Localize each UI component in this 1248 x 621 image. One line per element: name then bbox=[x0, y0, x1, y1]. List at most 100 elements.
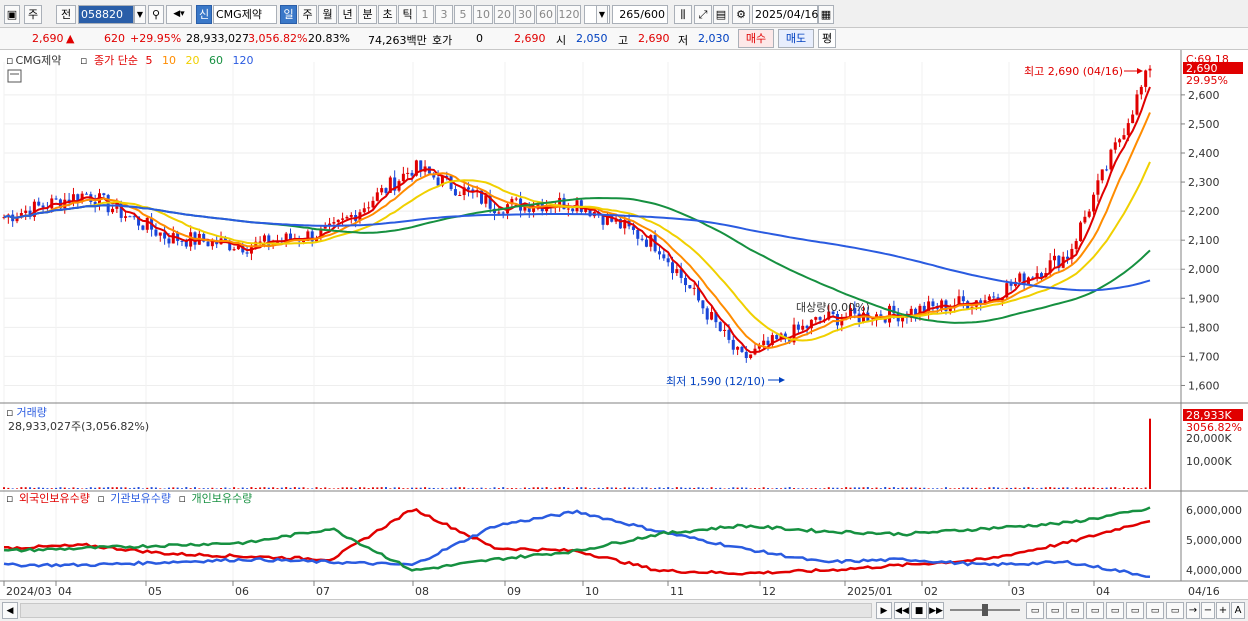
candle-body bbox=[410, 172, 414, 176]
volume-bar bbox=[328, 488, 331, 489]
stock-code-input[interactable]: 058820 bbox=[78, 5, 134, 24]
holding-tick-5m: 5,000,000 bbox=[1186, 534, 1242, 547]
stock-chart[interactable]: ▫ CMG제약 ▫ 종가 단순 5 10 20 60 120 2,6002,500… bbox=[0, 50, 1248, 599]
num-120[interactable]: 120 bbox=[557, 5, 581, 24]
volume-value: 28,933,027 bbox=[186, 32, 249, 45]
horizontal-scrollbar[interactable] bbox=[20, 603, 872, 618]
num-20[interactable]: 20 bbox=[494, 5, 514, 24]
count-field[interactable]: 265/600 bbox=[612, 5, 668, 24]
layout-6-icon[interactable]: ▭ bbox=[1126, 602, 1144, 619]
num-3[interactable]: 3 bbox=[435, 5, 453, 24]
num-30[interactable]: 30 bbox=[515, 5, 535, 24]
rewind-icon[interactable]: ◀◀ bbox=[894, 602, 910, 619]
volume-bar bbox=[1027, 487, 1030, 489]
buy-button[interactable]: 매수 bbox=[738, 29, 774, 48]
volume-bar bbox=[176, 487, 179, 489]
volume-bar bbox=[424, 487, 427, 489]
market-select[interactable]: 주 bbox=[24, 5, 42, 24]
candle-body bbox=[1074, 241, 1078, 249]
volume-bar bbox=[319, 488, 322, 489]
period-second[interactable]: 초 bbox=[378, 5, 397, 24]
price-tick-label: 2,300 bbox=[1188, 176, 1220, 189]
layout-1-icon[interactable]: ▭ bbox=[1026, 602, 1044, 619]
candle-icon[interactable]: ⫼ bbox=[674, 5, 692, 24]
search-icon[interactable]: ⚲ bbox=[148, 5, 164, 24]
calculator-icon[interactable] bbox=[7, 69, 22, 83]
layout-7-icon[interactable]: ▭ bbox=[1146, 602, 1164, 619]
stop-icon[interactable]: ■ bbox=[911, 602, 927, 619]
candle-body bbox=[731, 339, 735, 350]
volume-bar bbox=[940, 488, 943, 489]
layout-5-icon[interactable]: ▭ bbox=[1106, 602, 1124, 619]
volume-bar bbox=[958, 488, 960, 489]
sell-button[interactable]: 매도 bbox=[778, 29, 814, 48]
high-label: 고 bbox=[618, 34, 629, 47]
scroll-right-icon[interactable]: ▶ bbox=[876, 602, 892, 619]
candle-body bbox=[727, 329, 731, 340]
font-size-icon[interactable]: A bbox=[1231, 602, 1245, 619]
volume-bar bbox=[376, 487, 379, 489]
num-10[interactable]: 10 bbox=[473, 5, 493, 24]
save-icon[interactable]: ▤ bbox=[713, 5, 729, 24]
volume-bar bbox=[411, 487, 414, 489]
volume-bar bbox=[810, 488, 813, 489]
volume-bar bbox=[671, 488, 674, 489]
volume-bar bbox=[649, 488, 652, 489]
period-day[interactable]: 일 bbox=[280, 5, 297, 24]
volume-bar bbox=[597, 487, 600, 489]
num-1[interactable]: 1 bbox=[416, 5, 434, 24]
prev-button[interactable]: 전 bbox=[56, 5, 76, 24]
scroll-left-icon[interactable]: ◀ bbox=[2, 602, 18, 619]
layout-2-icon[interactable]: ▭ bbox=[1046, 602, 1064, 619]
ma-10: 10 bbox=[162, 54, 176, 67]
candle-body bbox=[571, 208, 575, 212]
period-minute[interactable]: 분 bbox=[358, 5, 377, 24]
candle-body bbox=[145, 217, 149, 230]
layout-3-icon[interactable]: ▭ bbox=[1066, 602, 1084, 619]
gear-icon[interactable]: ⚙ bbox=[732, 5, 750, 24]
volume-bar bbox=[727, 488, 730, 489]
draw-icon[interactable]: ⤢ bbox=[694, 5, 712, 24]
num-5[interactable]: 5 bbox=[454, 5, 472, 24]
layout-4-icon[interactable]: ▭ bbox=[1086, 602, 1104, 619]
volume-bar bbox=[450, 487, 453, 489]
volume-bar bbox=[918, 487, 921, 489]
layout-icon[interactable]: ▣ bbox=[4, 5, 20, 24]
layout-8-icon[interactable]: ▭ bbox=[1166, 602, 1184, 619]
period-tick[interactable]: 틱 bbox=[398, 5, 417, 24]
date-input[interactable]: 2025/04/16 bbox=[752, 5, 818, 24]
candle-body bbox=[796, 324, 800, 330]
speaker-icon[interactable]: ◀▾ bbox=[166, 5, 192, 24]
volume-bar bbox=[241, 487, 244, 489]
candle-body bbox=[644, 239, 648, 247]
zoom-out-icon[interactable]: − bbox=[1201, 602, 1215, 619]
x-axis-label: 2025/01 bbox=[847, 585, 893, 598]
volume-bar bbox=[784, 487, 787, 489]
arrow-icon[interactable]: → bbox=[1186, 602, 1200, 619]
volume-bar bbox=[289, 487, 292, 489]
num-60[interactable]: 60 bbox=[536, 5, 556, 24]
period-month[interactable]: 월 bbox=[318, 5, 337, 24]
volume-bar bbox=[306, 488, 309, 489]
stock-name-field[interactable]: CMG제약 bbox=[213, 5, 277, 24]
zoom-slider-handle[interactable] bbox=[982, 604, 988, 616]
volume-bar bbox=[172, 487, 175, 489]
code-dropdown-icon[interactable]: ▼ bbox=[134, 5, 146, 24]
candle-body bbox=[1144, 70, 1148, 87]
volume-bar bbox=[602, 488, 605, 489]
volume-bar bbox=[115, 487, 118, 489]
volume-bar bbox=[706, 488, 709, 489]
period-dropdown-icon[interactable]: ▼ bbox=[596, 5, 608, 24]
eval-button[interactable]: 평 bbox=[818, 29, 836, 48]
period-year[interactable]: 년 bbox=[338, 5, 357, 24]
volume-bar bbox=[641, 487, 644, 489]
candle-body bbox=[158, 232, 162, 236]
zoom-in-icon[interactable]: + bbox=[1216, 602, 1230, 619]
forward-icon[interactable]: ▶▶ bbox=[928, 602, 944, 619]
volume-bar bbox=[749, 488, 752, 489]
volume-bar bbox=[628, 487, 631, 489]
amount-value: 74,263백만 bbox=[368, 34, 427, 47]
calendar-icon[interactable]: ▦ bbox=[818, 5, 834, 24]
period-week[interactable]: 주 bbox=[298, 5, 317, 24]
candle-body bbox=[245, 252, 249, 254]
